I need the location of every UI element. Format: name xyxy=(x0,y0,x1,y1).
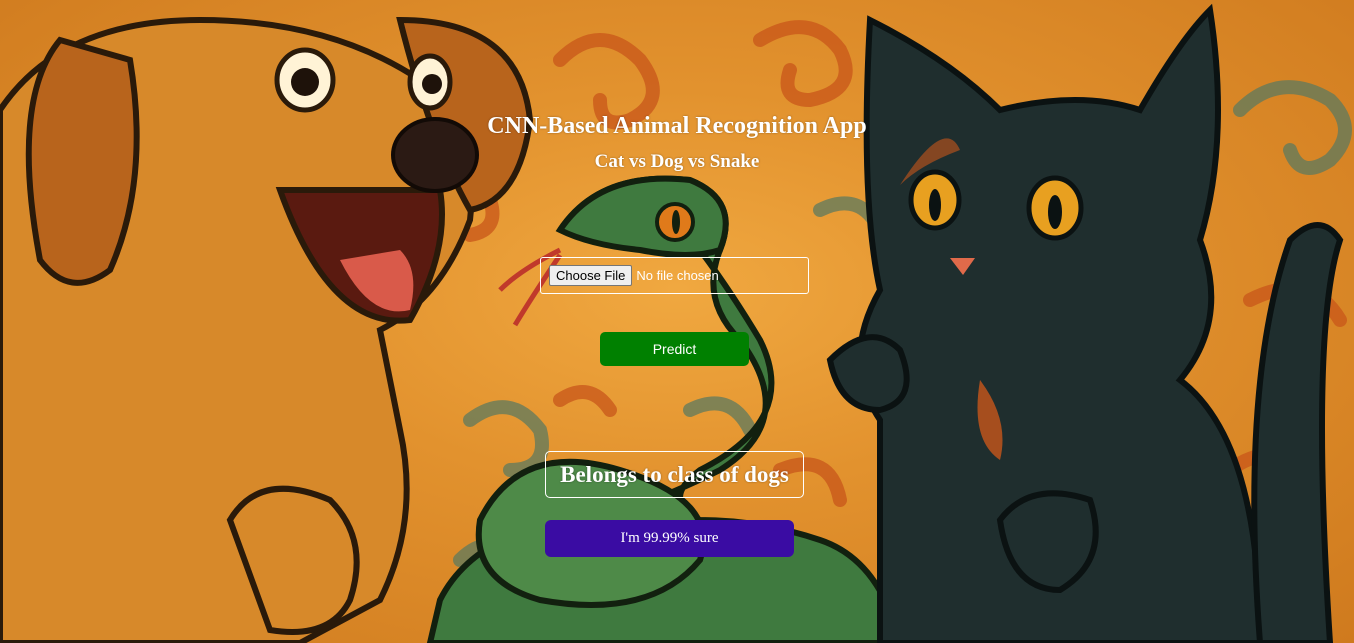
confidence-badge: I'm 99.99% sure xyxy=(545,520,794,557)
prediction-result-text: Belongs to class of dogs xyxy=(560,461,789,487)
file-status-label: No file chosen xyxy=(636,268,719,283)
prediction-result-box: Belongs to class of dogs xyxy=(545,451,804,498)
choose-file-button[interactable]: Choose File xyxy=(549,265,633,286)
page-title: CNN-Based Animal Recognition App xyxy=(487,113,867,139)
predict-button[interactable]: Predict xyxy=(600,332,749,366)
cat-illustration xyxy=(826,3,1344,643)
file-upload-field[interactable]: Choose File No file chosen xyxy=(540,257,809,294)
page-subtitle: Cat vs Dog vs Snake xyxy=(594,151,760,172)
